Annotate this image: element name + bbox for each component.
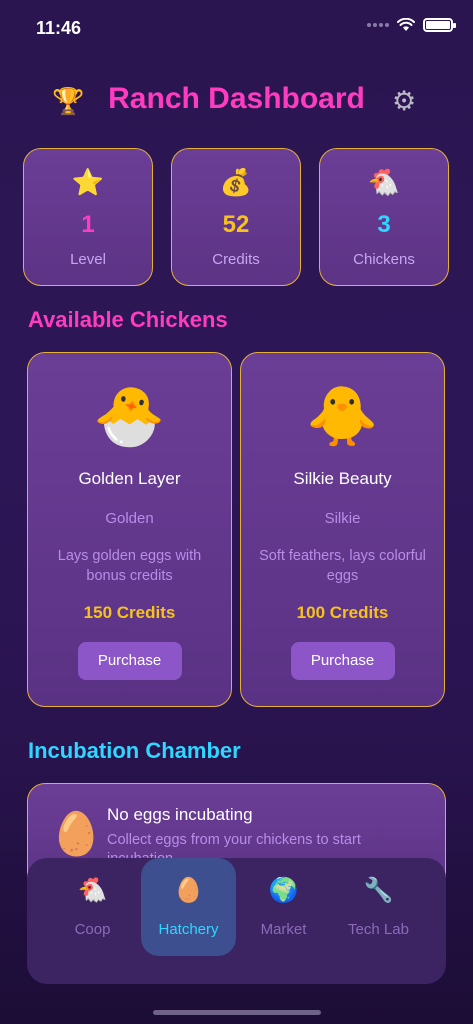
stat-label: Level [70, 251, 106, 268]
stat-label: Credits [212, 251, 260, 268]
cellular-signal-icon [367, 23, 389, 27]
tab-label: Tech Lab [348, 921, 409, 938]
tab-label: Hatchery [158, 921, 219, 938]
status-time: 11:46 [36, 18, 82, 38]
chicken-breed: Silkie [324, 510, 361, 527]
chicken-icon: 🐔 [367, 167, 401, 197]
chicken-description: Soft feathers, lays colorful eggs [259, 548, 426, 584]
chicken-price: 100 Credits [296, 603, 389, 622]
chicken-name: Golden Layer [78, 469, 181, 488]
stat-card-level: ⭐ 1 Level [23, 148, 153, 286]
egg-icon: 🥚 [50, 810, 103, 857]
chicken-card-silkie-beauty: 🐥 Silkie Beauty Silkie Soft feathers, la… [240, 352, 445, 707]
chicken-card-golden-layer: 🐣 Golden Layer Golden Lays golden eggs w… [27, 352, 232, 707]
incubation-empty-title: No eggs incubating [107, 805, 253, 824]
stat-card-credits: 💰 52 Credits [171, 148, 301, 286]
stat-value: 3 [377, 211, 391, 238]
wifi-icon [397, 18, 415, 31]
globe-icon: 🌍 [268, 877, 299, 904]
tab-tech-lab[interactable]: 🔧 Tech Lab [331, 858, 426, 956]
status-bar: 11:46 [0, 0, 473, 56]
section-title-available-chickens: Available Chickens [28, 307, 228, 332]
stat-value: 1 [81, 211, 95, 238]
tab-label: Coop [74, 921, 111, 938]
chicken-description: Lays golden eggs with bonus credits [57, 548, 202, 584]
stat-label: Chickens [353, 251, 415, 268]
battery-icon [423, 18, 456, 32]
gear-icon[interactable]: ⚙ [392, 86, 416, 117]
status-icons [367, 18, 456, 32]
chicken-price: 150 Credits [83, 603, 176, 622]
tab-label: Market [260, 921, 307, 938]
stat-value: 52 [222, 211, 250, 238]
tab-bar: 🐔 Coop 🥚 Hatchery 🌍 Market 🔧 Tech Lab [27, 858, 446, 984]
money-bag-icon: 💰 [219, 167, 253, 197]
home-indicator[interactable] [152, 1010, 321, 1015]
chicken-icon: 🐔 [77, 877, 108, 904]
tab-coop[interactable]: 🐔 Coop [45, 858, 140, 956]
tab-market[interactable]: 🌍 Market [236, 858, 331, 956]
baby-chick-icon: 🐥 [306, 384, 379, 449]
hatching-chick-icon: 🐣 [93, 384, 166, 449]
purchase-button[interactable]: Purchase [290, 642, 395, 680]
section-title-incubation-chamber: Incubation Chamber [28, 738, 241, 763]
wrench-icon: 🔧 [363, 877, 394, 904]
purchase-button[interactable]: Purchase [77, 642, 182, 680]
tab-hatchery[interactable]: 🥚 Hatchery [141, 858, 236, 956]
chicken-breed: Golden [105, 510, 154, 527]
chicken-name: Silkie Beauty [293, 469, 392, 488]
star-icon: ⭐ [71, 167, 105, 197]
stat-card-chickens: 🐔 3 Chickens [319, 148, 449, 286]
egg-icon: 🥚 [173, 877, 204, 904]
header: 🏆 Ranch Dashboard ⚙ [0, 80, 473, 126]
